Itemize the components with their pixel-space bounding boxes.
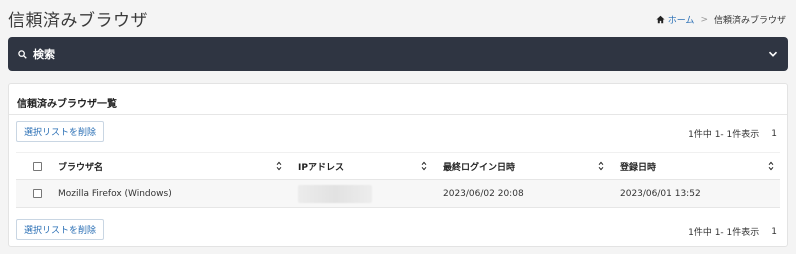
select-all-cell bbox=[16, 161, 58, 171]
column-header-label: 最終ログイン日時 bbox=[443, 162, 516, 173]
column-header-label: IPアドレス bbox=[298, 162, 344, 173]
cell-registered: 2023/06/01 13:52 bbox=[620, 188, 701, 199]
ip-redacted bbox=[298, 184, 372, 203]
breadcrumb: ホーム > 信頼済みブラウザ bbox=[656, 13, 786, 26]
column-header-last-login[interactable]: 最終ログイン日時 bbox=[433, 160, 610, 173]
card-title: 信頼済みブラウザ一覧 bbox=[17, 99, 117, 110]
table-header: ブラウザ名 IPアドレス 最終ログイン日時 登録日時 bbox=[16, 152, 780, 180]
column-header-label: 登録日時 bbox=[620, 162, 657, 173]
trusted-browser-list-card: 信頼済みブラウザ一覧 選択リストを削除 1件中 1- 1件表示 1 ブラウザ名 … bbox=[8, 83, 788, 247]
pager-summary: 1件中 1- 1件表示 bbox=[688, 130, 760, 140]
pager-page-link[interactable]: 1 bbox=[771, 129, 777, 139]
pager-bottom: 1件中 1- 1件表示 1 bbox=[688, 225, 777, 239]
breadcrumb-home-label: ホーム bbox=[667, 16, 695, 26]
row-checkbox[interactable] bbox=[32, 189, 42, 198]
pager-summary: 1件中 1- 1件表示 bbox=[688, 228, 760, 238]
breadcrumb-current: 信頼済みブラウザ bbox=[713, 16, 786, 26]
sort-icon[interactable] bbox=[421, 161, 427, 171]
divider bbox=[9, 114, 787, 115]
search-label: 検索 bbox=[33, 48, 55, 61]
search-panel-toggle[interactable]: 検索 bbox=[8, 37, 788, 71]
breadcrumb-separator: > bbox=[700, 14, 708, 25]
select-all-checkbox[interactable] bbox=[32, 161, 42, 171]
delete-selected-button-top[interactable]: 選択リストを削除 bbox=[16, 121, 105, 142]
cell-last-login: 2023/06/02 20:08 bbox=[443, 188, 524, 199]
breadcrumb-home-link[interactable]: ホーム bbox=[656, 13, 695, 26]
chevron-down-icon[interactable] bbox=[768, 49, 778, 59]
pager-page-link[interactable]: 1 bbox=[771, 227, 777, 237]
sort-icon[interactable] bbox=[598, 161, 604, 171]
page-title: 信頼済みブラウザ bbox=[8, 11, 148, 31]
row-select-cell bbox=[16, 189, 58, 198]
column-header-ip[interactable]: IPアドレス bbox=[288, 160, 433, 173]
pager-top: 1件中 1- 1件表示 1 bbox=[688, 127, 777, 141]
sort-icon[interactable] bbox=[276, 161, 282, 171]
sort-icon[interactable] bbox=[768, 161, 774, 171]
browser-table: ブラウザ名 IPアドレス 最終ログイン日時 登録日時 Mozilla Firef… bbox=[16, 152, 780, 208]
delete-selected-button-bottom[interactable]: 選択リストを削除 bbox=[16, 219, 105, 240]
table-row: Mozilla Firefox (Windows) 2023/06/02 20:… bbox=[16, 180, 780, 208]
column-header-label: ブラウザ名 bbox=[58, 162, 104, 173]
column-header-browser[interactable]: ブラウザ名 bbox=[58, 160, 288, 173]
cell-browser: Mozilla Firefox (Windows) bbox=[58, 188, 172, 199]
search-icon bbox=[18, 49, 27, 59]
cell-ip bbox=[288, 184, 433, 203]
home-icon bbox=[656, 15, 665, 24]
column-header-registered[interactable]: 登録日時 bbox=[610, 160, 780, 173]
